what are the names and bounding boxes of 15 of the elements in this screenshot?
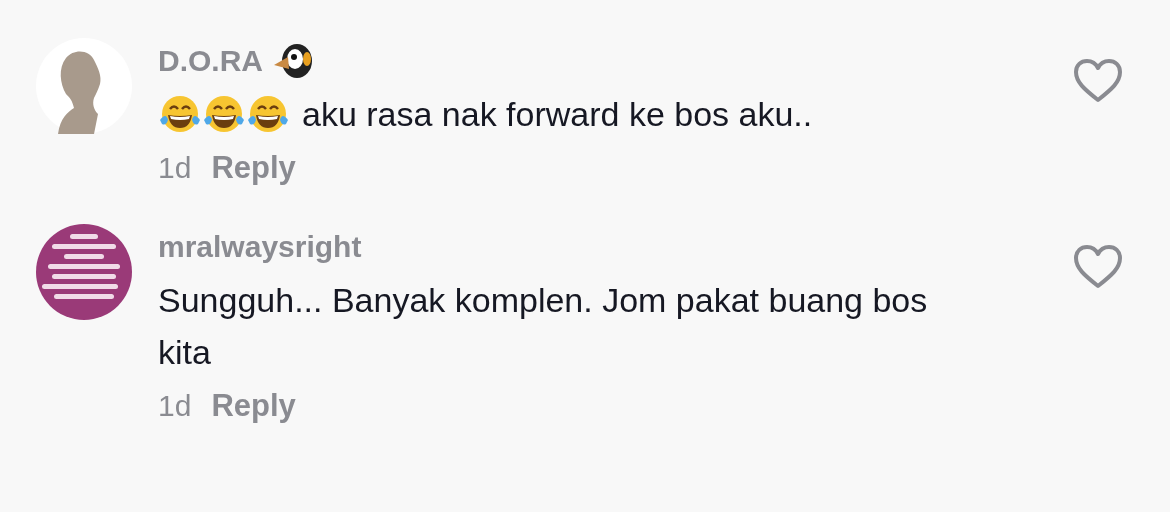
avatar[interactable] xyxy=(36,38,132,134)
comment-text: aku rasa nak forward ke bos aku.. xyxy=(302,94,813,135)
timestamp: 1d xyxy=(158,151,192,185)
username[interactable]: D.O.RA xyxy=(158,44,263,78)
heart-icon[interactable] xyxy=(1072,58,1124,104)
heart-icon[interactable] xyxy=(1072,244,1124,290)
penguin-icon xyxy=(273,43,313,79)
laughing-emoji-icon xyxy=(158,94,202,134)
laughing-emoji-icon xyxy=(202,94,246,134)
reply-link[interactable]: Reply xyxy=(211,150,296,186)
username[interactable]: mralwaysright xyxy=(158,230,362,264)
comment-text: Sungguh... Banyak komplen. Jom pakat buang bos kita xyxy=(158,280,928,373)
timestamp: 1d xyxy=(158,389,192,423)
laughing-emoji-icon xyxy=(246,94,290,134)
reply-link[interactable]: Reply xyxy=(211,388,296,424)
